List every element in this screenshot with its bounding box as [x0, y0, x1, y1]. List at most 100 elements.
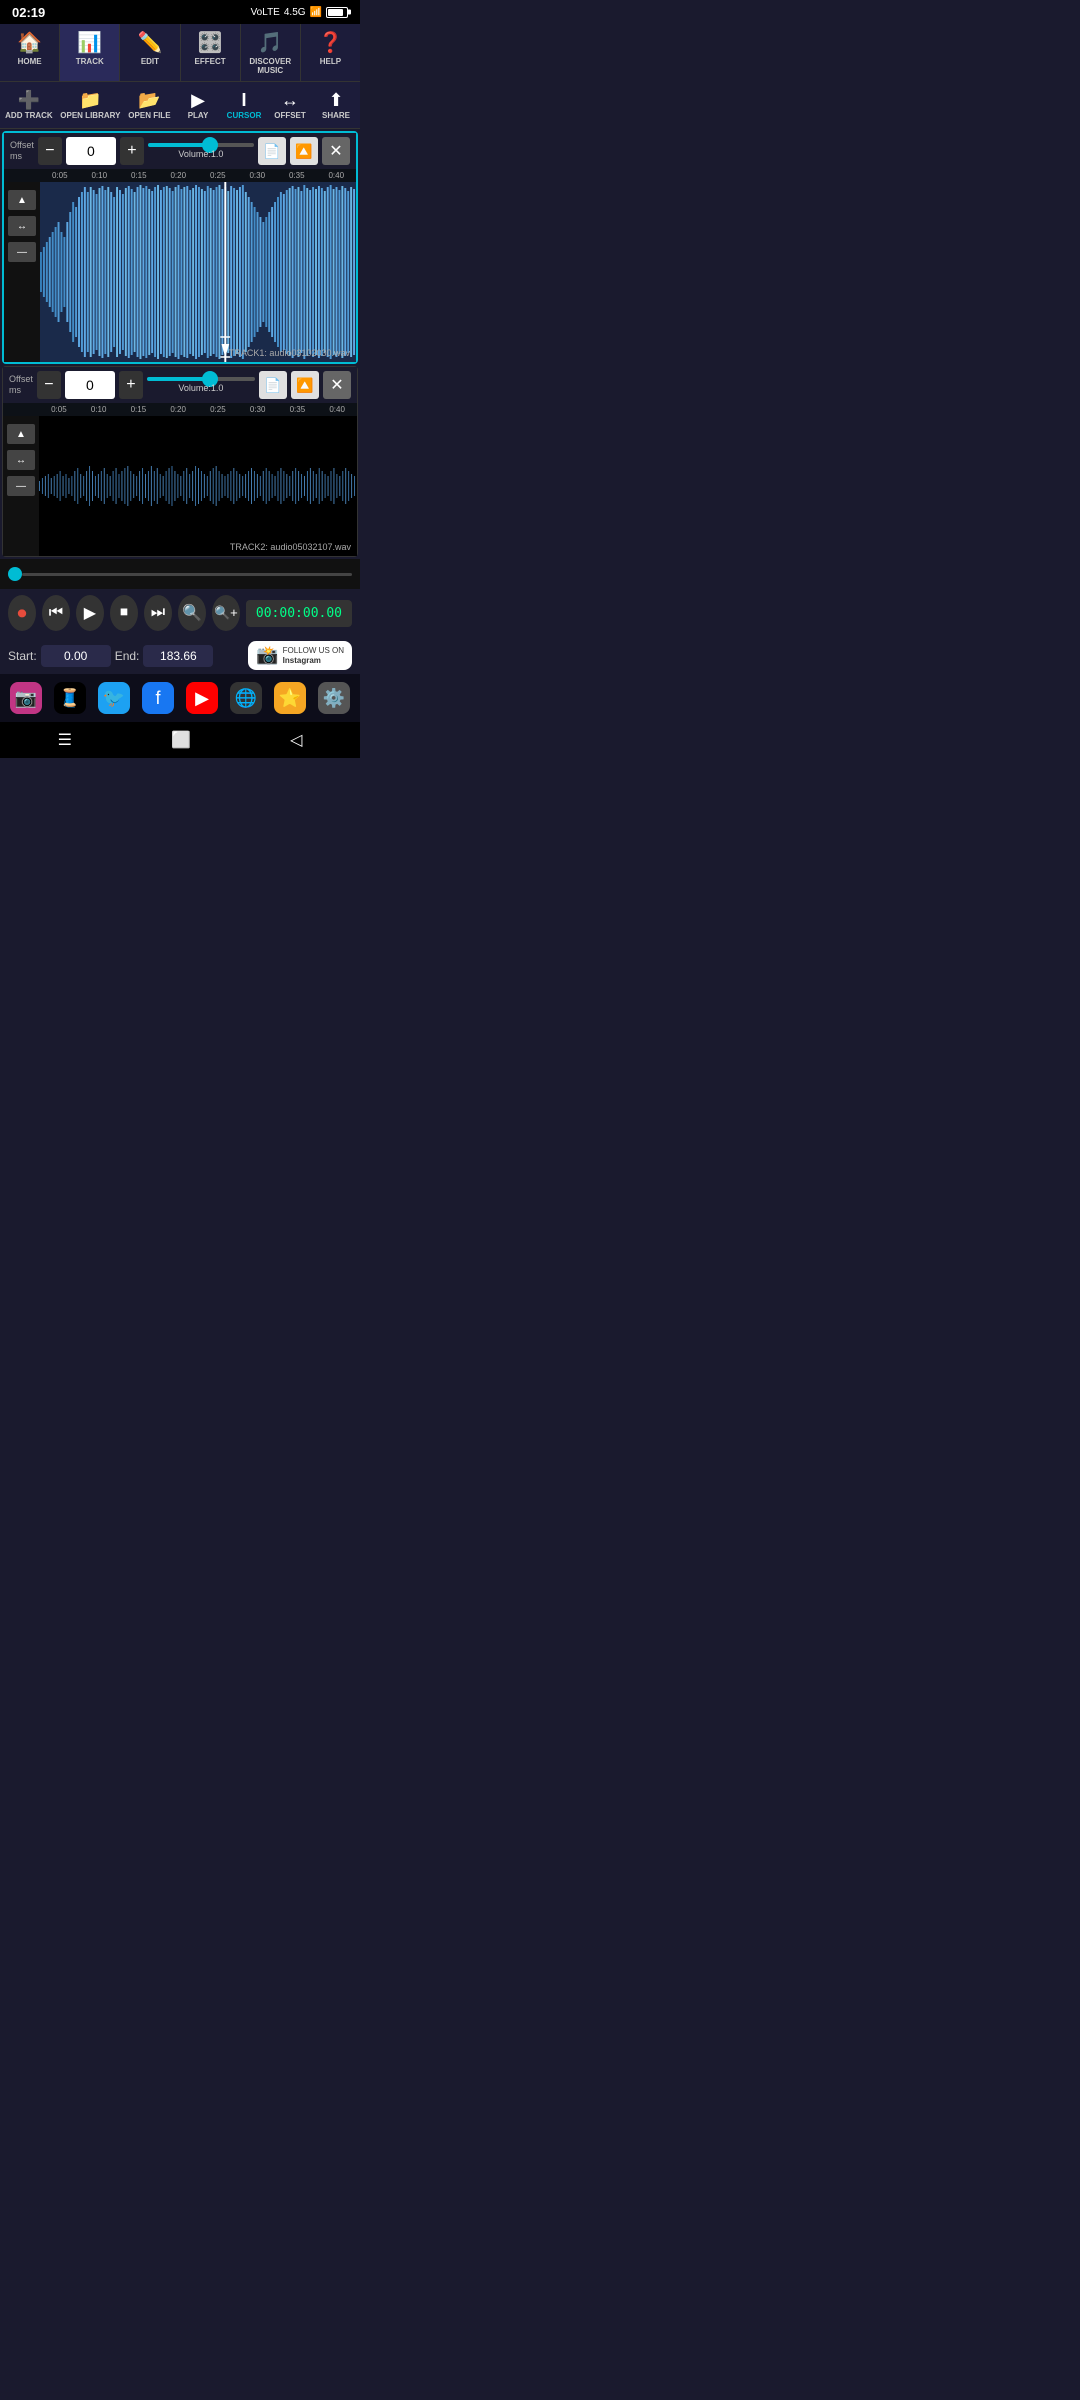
track2-up-button[interactable]: ▲	[7, 424, 35, 444]
track1-close-button[interactable]: ✕	[322, 137, 350, 165]
track2-time-1: 0:10	[79, 405, 119, 414]
menu-nav-button[interactable]: ☰	[58, 730, 72, 750]
track2-offset-label: Offsetms	[9, 374, 33, 396]
start-label: Start:	[8, 649, 37, 663]
track1-side-controls: ▲ ↔ —	[4, 182, 40, 362]
zoom-out-button[interactable]: 🔍	[178, 595, 206, 631]
nav-track[interactable]: 📊 TRACK	[60, 24, 120, 81]
track2-time-7: 0:40	[317, 405, 357, 414]
play-label: PLAY	[188, 111, 209, 120]
track2-offset-input[interactable]	[65, 371, 115, 399]
add-track-label: ADD TRACK	[5, 111, 53, 120]
home-nav-button[interactable]: ⬜	[171, 730, 191, 750]
track2-close-button[interactable]: ✕	[323, 371, 351, 399]
open-file-button[interactable]: 📂 OPEN FILE	[125, 86, 174, 124]
track2-volume-slider[interactable]	[147, 377, 255, 381]
share-button[interactable]: ⬆ SHARE	[314, 86, 358, 124]
track1-waveform-area[interactable]: ▲ ↔ —	[4, 182, 356, 362]
time-marker-3: 0:20	[159, 171, 199, 180]
track1-mute-button[interactable]: 🔼	[290, 137, 318, 165]
web-button[interactable]: 🌐	[230, 682, 262, 714]
track2-file-button[interactable]: 📄	[259, 371, 287, 399]
track1-timeline: 0:05 0:10 0:15 0:20 0:25 0:30 0:35 0:40	[4, 169, 356, 182]
instagram-button[interactable]: 📷	[10, 682, 42, 714]
cursor-button[interactable]: I CURSOR	[222, 86, 266, 124]
add-track-icon: ➕	[18, 90, 40, 111]
track2-stretch-button[interactable]: ↔	[7, 450, 35, 470]
end-input[interactable]	[143, 645, 213, 667]
discover-icon: 🎵	[258, 30, 283, 55]
home-icon: 🏠	[17, 30, 42, 55]
nav-home[interactable]: 🏠 HOME	[0, 24, 60, 81]
track2-waveform-area[interactable]: ▲ ↔ —	[3, 416, 357, 556]
track1-up-button[interactable]: ▲	[8, 190, 36, 210]
track1-offset-input[interactable]	[66, 137, 116, 165]
open-library-button[interactable]: 📁 OPEN LIBRARY	[58, 86, 123, 124]
threads-button[interactable]: 🧵	[54, 682, 86, 714]
offset-button[interactable]: ↔ OFFSET	[268, 86, 312, 124]
nav-edit[interactable]: ✏️ EDIT	[120, 24, 180, 81]
open-file-label: OPEN FILE	[128, 111, 170, 120]
offset-label: OFFSET	[274, 111, 306, 120]
track1-minus-button[interactable]: −	[38, 137, 62, 165]
play-pause-button[interactable]: ▶	[76, 595, 104, 631]
progress-track[interactable]	[22, 573, 352, 576]
track2-time-4: 0:25	[198, 405, 238, 414]
track1-offset-label: Offsetms	[10, 140, 34, 162]
battery-icon	[326, 7, 348, 18]
cursor-icon: I	[241, 90, 246, 111]
track1-down-button[interactable]: —	[8, 242, 36, 262]
track2-time-0: 0:05	[39, 405, 79, 414]
play-icon: ▶	[191, 90, 205, 111]
track2-waveform-canvas	[39, 416, 357, 556]
favorites-button[interactable]: ⭐	[274, 682, 306, 714]
track2-down-button[interactable]: —	[7, 476, 35, 496]
track1-file-button[interactable]: 📄	[258, 137, 286, 165]
playback-controls: ⏺ ⏮ ▶ ⏹ ⏭ 🔍 🔍+ 00:00:00.00	[0, 589, 360, 637]
track2-filename: TRACK2: audio05032107.wav	[230, 542, 351, 552]
track1-volume-slider[interactable]	[148, 143, 254, 147]
nav-discover[interactable]: 🎵 DISCOVER MUSIC	[241, 24, 301, 81]
nav-track-label: TRACK	[76, 57, 104, 66]
skip-forward-button[interactable]: ⏭	[144, 595, 172, 631]
time-marker-7: 0:40	[317, 171, 357, 180]
status-time: 02:19	[12, 5, 45, 20]
track2-minus-button[interactable]: −	[37, 371, 61, 399]
nav-home-label: HOME	[18, 57, 42, 66]
track1-filename: TRACK1: audio03102030.wav	[229, 348, 350, 358]
youtube-button[interactable]: ▶	[186, 682, 218, 714]
instagram-promo[interactable]: 📸 FOLLOW US ONInstagram	[248, 641, 352, 670]
edit-icon: ✏️	[137, 30, 162, 55]
wifi-bars-icon: 📶	[310, 7, 322, 18]
track2-time-6: 0:35	[278, 405, 318, 414]
track2-plus-button[interactable]: +	[119, 371, 143, 399]
start-input[interactable]	[41, 645, 111, 667]
nav-effect[interactable]: 🎛️ EFFECT	[181, 24, 241, 81]
signal-icon: VoLTE	[251, 7, 280, 18]
progress-bar-container[interactable]	[0, 559, 360, 589]
progress-dot[interactable]	[8, 567, 22, 581]
track1-panel: Offsetms − + Volume:1.0 📄 🔼 ✕ 0:05 0:10 …	[2, 131, 358, 364]
record-button[interactable]: ⏺	[8, 595, 36, 631]
play-button[interactable]: ▶ PLAY	[176, 86, 220, 124]
system-nav: ☰ ⬜ ◁	[0, 722, 360, 758]
stop-button[interactable]: ⏹	[110, 595, 138, 631]
nav-help[interactable]: ❓ HELP	[301, 24, 360, 81]
track2-waveform-svg	[39, 416, 357, 556]
facebook-button[interactable]: f	[142, 682, 174, 714]
back-nav-button[interactable]: ◁	[290, 730, 302, 750]
nav-help-label: HELP	[320, 57, 341, 66]
track2-mute-button[interactable]: 🔼	[291, 371, 319, 399]
instagram-logo-icon: 📸	[256, 645, 278, 666]
zoom-in-button[interactable]: 🔍+	[212, 595, 240, 631]
track1-plus-button[interactable]: +	[120, 137, 144, 165]
share-icon: ⬆	[328, 90, 343, 111]
offset-icon: ↔	[281, 90, 299, 111]
rewind-button[interactable]: ⏮	[42, 595, 70, 631]
settings-button[interactable]: ⚙️	[318, 682, 350, 714]
add-track-button[interactable]: ➕ ADD TRACK	[2, 86, 56, 124]
track2-volume-label: Volume:1.0	[178, 383, 223, 393]
track1-stretch-button[interactable]: ↔	[8, 216, 36, 236]
top-nav: 🏠 HOME 📊 TRACK ✏️ EDIT 🎛️ EFFECT 🎵 DISCO…	[0, 24, 360, 82]
twitter-button[interactable]: 🐦	[98, 682, 130, 714]
